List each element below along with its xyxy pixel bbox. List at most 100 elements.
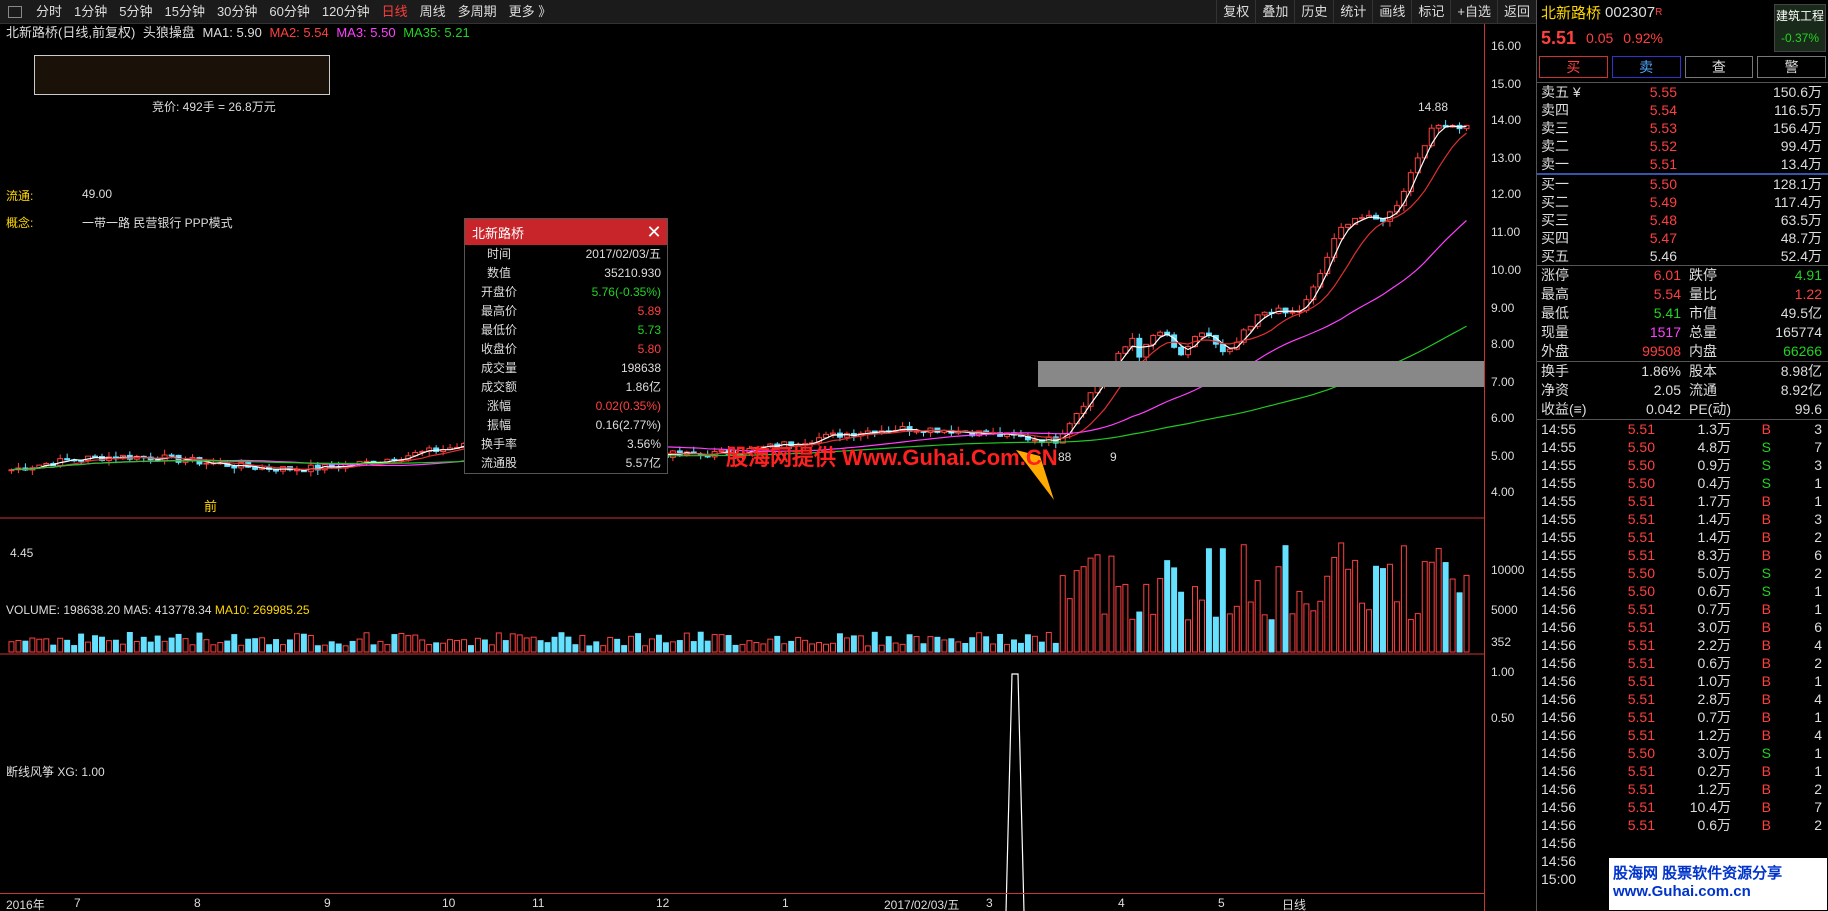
order-level: 卖三	[1541, 120, 1569, 136]
candle-body	[1289, 311, 1296, 314]
volume-bar	[1219, 548, 1226, 653]
tick-price: 5.50	[1627, 475, 1655, 491]
volume-bar	[1442, 562, 1449, 653]
volume-bar	[927, 636, 934, 653]
volume-bar	[537, 640, 544, 653]
tool-button[interactable]: +自选	[1450, 0, 1497, 24]
mid-marker-left: 88	[1058, 450, 1072, 464]
volume-bar	[1226, 613, 1233, 653]
price-tick-label: 4.00	[1491, 485, 1515, 499]
volume-bar	[280, 644, 286, 653]
popup-row-key: 最高价	[480, 304, 517, 318]
popup-row-key: 成交量	[480, 361, 517, 375]
volume-bar	[718, 634, 725, 653]
volume-bar	[266, 644, 273, 653]
buy-tag: 前	[204, 499, 218, 514]
tick-row: 14:56 5.51 1.0万 B 1	[1537, 672, 1828, 690]
tick-volume: 1.0万	[1697, 673, 1731, 689]
candle-body	[1379, 218, 1386, 222]
time-tick-label: 5	[1218, 896, 1225, 910]
time-tick-label: 10	[442, 896, 456, 910]
tool-button[interactable]: 标记	[1411, 0, 1450, 24]
volume-bar	[1024, 634, 1031, 653]
order-price: 5.52	[1649, 138, 1677, 154]
tool-button[interactable]: 画线	[1372, 0, 1411, 24]
volume-bar	[816, 642, 823, 653]
volume-bar	[760, 643, 767, 653]
close-icon[interactable]: ✕	[641, 219, 667, 245]
volume-bar	[182, 638, 189, 653]
tick-volume: 8.3万	[1697, 547, 1731, 563]
sell-button[interactable]: 卖	[1611, 56, 1681, 78]
tick-time: 14:55	[1541, 547, 1577, 563]
volume-bar	[71, 645, 78, 653]
volume-ma10: MA10: 269985.25	[214, 603, 310, 617]
tick-time: 14:56	[1541, 673, 1577, 689]
volume-bar	[857, 635, 864, 653]
volume-bar	[307, 634, 314, 653]
price-tick-label: 5.00	[1491, 449, 1515, 463]
tick-count: 2	[1814, 529, 1822, 545]
volume-bar	[1366, 609, 1373, 653]
tick-volume: 0.6万	[1697, 583, 1731, 599]
popup-rows: 时间 2017/02/03/五 数值 35210.930 开盘价 5.76(-0.35%)…	[465, 245, 667, 473]
alert-button[interactable]: 警	[1757, 56, 1826, 78]
volume-bar	[99, 636, 105, 653]
period-tab[interactable]: 多周期	[452, 0, 503, 24]
buy-button[interactable]: 买	[1539, 56, 1608, 78]
stat-value: 49.5亿	[1780, 305, 1822, 321]
period-tab[interactable]: 5分钟	[113, 0, 158, 24]
period-tab[interactable]: 周线	[414, 0, 452, 24]
order-volume: 128.1万	[1772, 176, 1822, 192]
period-tab[interactable]: 60分钟	[263, 0, 315, 24]
query-button[interactable]: 查	[1684, 56, 1754, 78]
volume-bar	[997, 633, 1004, 653]
volume-bar	[830, 642, 836, 653]
popup-row: 流通股 5.57亿	[465, 454, 667, 473]
concept-label: 概念:	[6, 216, 34, 230]
volume-bar	[655, 634, 662, 653]
tool-button[interactable]: 复权	[1216, 0, 1255, 24]
volume-bar	[1178, 591, 1185, 653]
volume-bar	[1338, 542, 1345, 653]
volume-bar	[440, 642, 447, 653]
period-tab[interactable]: 120分钟	[316, 0, 376, 24]
stat-value: 1.86%	[1641, 363, 1681, 379]
volume-bar	[119, 643, 126, 653]
volume-bar	[628, 635, 635, 653]
popup-row-value: 0.02(0.35%)	[595, 399, 661, 413]
period-tab[interactable]: 1分钟	[68, 0, 113, 24]
tool-button[interactable]: 叠加	[1255, 0, 1294, 24]
volume-bar	[600, 645, 607, 653]
sector-badge[interactable]: 建筑工程 -0.37%	[1774, 4, 1826, 52]
stat-value: 6.01	[1653, 267, 1681, 283]
tick-row: 14:55 5.51 1.4万 B 2	[1537, 528, 1828, 546]
price-tick-label: 15.00	[1491, 77, 1522, 91]
order-level: 买五	[1541, 248, 1569, 264]
tick-price: 5.51	[1627, 655, 1655, 671]
popup-row: 成交量 198638	[465, 359, 667, 378]
auction-text: 竞价: 492手 = 26.8万元	[152, 100, 276, 114]
tick-direction: B	[1761, 547, 1771, 563]
period-tab[interactable]: 更多 》	[503, 0, 558, 24]
tick-row: 14:55 5.51 1.7万 B 1	[1537, 492, 1828, 510]
tick-count: 1	[1814, 475, 1822, 491]
period-tab[interactable]: 分时	[30, 0, 68, 24]
volume-bar	[293, 633, 300, 653]
popup-row: 数值 35210.930	[465, 264, 667, 283]
stat-key: 涨停	[1541, 267, 1569, 283]
candle-body	[203, 462, 210, 465]
volume-bar	[300, 633, 307, 653]
volume-bar	[461, 639, 467, 653]
tick-time: 14:56	[1541, 763, 1577, 779]
volume-bar	[474, 637, 481, 653]
volume-bar	[1108, 555, 1115, 653]
tool-button[interactable]: 统计	[1333, 0, 1372, 24]
tool-button[interactable]: 返回	[1496, 0, 1536, 24]
period-tab[interactable]: 15分钟	[158, 0, 210, 24]
period-tab[interactable]: 30分钟	[211, 0, 263, 24]
window-icon[interactable]	[8, 5, 22, 18]
tick-price: 5.51	[1627, 817, 1655, 833]
period-tab[interactable]: 日线	[376, 0, 414, 24]
tool-button[interactable]: 历史	[1294, 0, 1333, 24]
